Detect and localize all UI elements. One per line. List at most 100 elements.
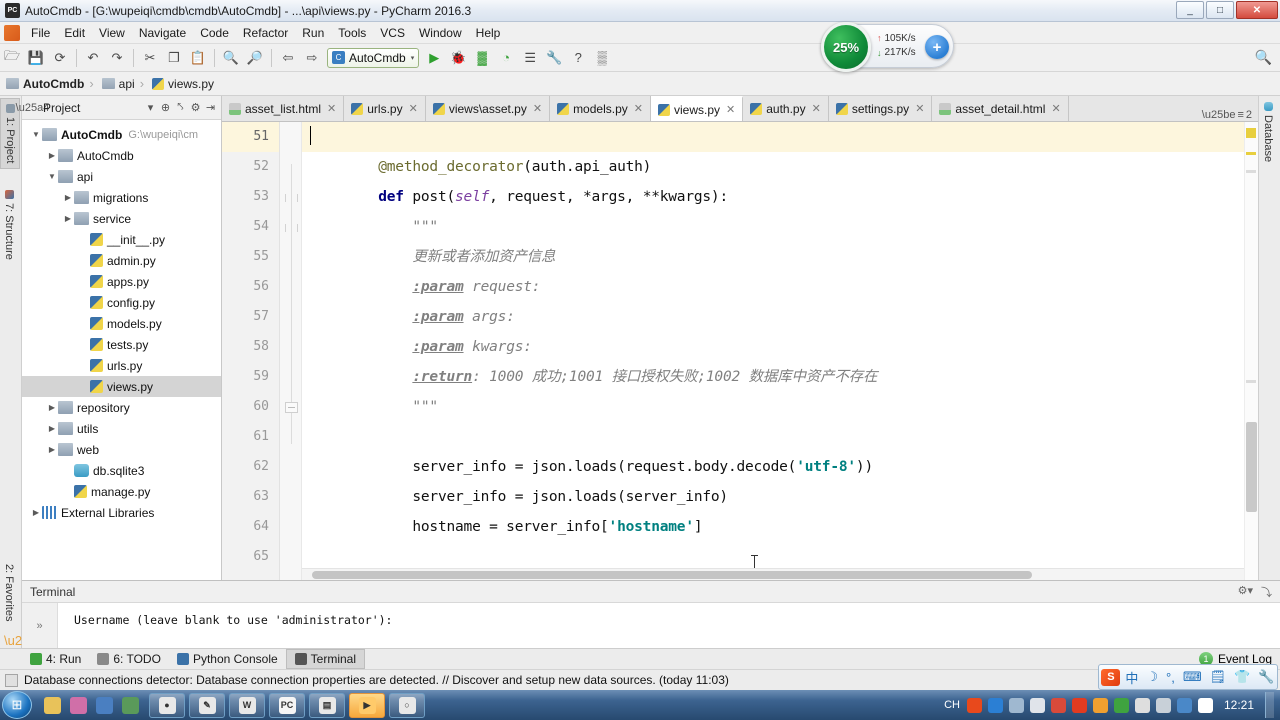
code-line[interactable] xyxy=(302,122,1258,152)
marker-warning[interactable] xyxy=(1246,128,1256,138)
tree-item-models-py[interactable]: models.py xyxy=(22,313,221,334)
marker-change[interactable] xyxy=(1246,170,1256,173)
taskbar-other[interactable]: ○ xyxy=(389,692,425,718)
cut-icon[interactable]: ✂ xyxy=(139,47,161,69)
ime-toolbar[interactable]: S 中 ☽ °, ⌨ 🗒 👕 🔧 xyxy=(1098,664,1278,690)
tray-window-icon[interactable] xyxy=(1008,697,1024,713)
code-line[interactable]: server_info = json.loads(request.body.de… xyxy=(302,452,1258,482)
close-icon[interactable]: ✕ xyxy=(915,102,924,115)
close-icon[interactable]: ✕ xyxy=(634,102,643,115)
menu-item-run[interactable]: Run xyxy=(295,23,331,43)
code-line[interactable]: def post(self, request, *args, **kwargs)… xyxy=(302,182,1258,212)
tool-tab-6- todo[interactable]: 6: TODO xyxy=(89,649,169,669)
sync-icon[interactable]: ⟳ xyxy=(49,47,71,69)
tray-qq-icon[interactable] xyxy=(1092,697,1108,713)
menu-item-window[interactable]: Window xyxy=(412,23,469,43)
tree-item-migrations[interactable]: ▶ migrations xyxy=(22,187,221,208)
chevron-right-icon[interactable]: ▶ xyxy=(46,445,58,454)
close-icon[interactable]: ✕ xyxy=(726,103,735,116)
database-icon[interactable]: ▒ xyxy=(591,47,613,69)
menu-item-vcs[interactable]: VCS xyxy=(373,23,412,43)
fold-marker-docstring[interactable] xyxy=(285,224,298,232)
network-speed-widget[interactable]: 25% ↑ 105K/s ↓ 217K/s + xyxy=(821,22,954,72)
tray-copy-icon[interactable] xyxy=(1134,697,1150,713)
tray-pin-icon[interactable] xyxy=(1050,697,1066,713)
taskbar-explorer[interactable]: ▤ xyxy=(309,692,345,718)
chevron-down-icon[interactable]: ▼ xyxy=(46,172,58,181)
hide-icon[interactable]: ⇥ xyxy=(203,100,218,115)
tree-item---init---py[interactable]: __init__.py xyxy=(22,229,221,250)
taskbar-media[interactable]: ▶ xyxy=(349,692,385,718)
code-editor[interactable]: 51 52 53 54 55 56 57 58 59 60 61 62 63 64 65 @method_d… xyxy=(222,122,1258,580)
quicklaunch-save-icon[interactable] xyxy=(96,696,113,714)
close-icon[interactable]: ✕ xyxy=(533,102,542,115)
tool-tab-4- run[interactable]: 4: Run xyxy=(22,649,89,669)
editor-tab-auth-py[interactable]: auth.py ✕ xyxy=(743,96,829,121)
close-icon[interactable]: ✕ xyxy=(327,102,336,115)
code-line[interactable]: """ xyxy=(302,392,1258,422)
menu-item-view[interactable]: View xyxy=(92,23,132,43)
vertical-scrollbar[interactable] xyxy=(1244,122,1258,580)
ime-keyboard-icon[interactable]: ⌨ xyxy=(1183,669,1202,685)
tray-network-icon[interactable] xyxy=(1155,697,1171,713)
tray-language-indicator[interactable]: CH xyxy=(944,699,960,711)
chevron-down-icon[interactable]: ▼ xyxy=(30,130,42,139)
tree-item-views-py[interactable]: views.py xyxy=(22,376,221,397)
editor-tab-models-py[interactable]: models.py ✕ xyxy=(550,96,651,121)
quicklaunch-palette-icon[interactable] xyxy=(44,696,61,714)
code-line[interactable]: :param kwargs: xyxy=(302,332,1258,362)
quicklaunch-key-icon[interactable] xyxy=(122,696,139,714)
menu-item-edit[interactable]: Edit xyxy=(57,23,92,43)
tree-item-service[interactable]: ▶ service xyxy=(22,208,221,229)
open-icon[interactable]: 🗁 xyxy=(1,47,23,69)
code-line[interactable]: 更新或者添加资产信息 xyxy=(302,242,1258,272)
save-all-icon[interactable]: 💾 xyxy=(25,47,47,69)
taskbar-editor[interactable]: ✎ xyxy=(189,692,225,718)
chevron-right-icon[interactable]: ▶ xyxy=(46,403,58,412)
tree-item-tests-py[interactable]: tests.py xyxy=(22,334,221,355)
terminal-body[interactable]: » Username (leave blank to use 'administ… xyxy=(22,603,1280,648)
marker-warning[interactable] xyxy=(1246,152,1256,155)
maximize-button[interactable]: □ xyxy=(1206,1,1234,19)
menu-item-tools[interactable]: Tools xyxy=(331,23,373,43)
fold-marker-def[interactable] xyxy=(285,194,298,202)
close-button[interactable]: ✕ xyxy=(1236,1,1278,19)
editor-tab-asset_detail-html[interactable]: asset_detail.html ✕ xyxy=(932,96,1069,121)
paste-icon[interactable]: 📋 xyxy=(187,47,209,69)
code-line[interactable]: :return: 1000 成功;1001 接口授权失败;1002 数据库中资产… xyxy=(302,362,1258,392)
taskbar-word[interactable]: W xyxy=(229,692,265,718)
coverage-icon[interactable]: ▓ xyxy=(471,47,493,69)
tray-volume-icon[interactable] xyxy=(1197,697,1213,713)
ime-settings-icon[interactable]: 🔧 xyxy=(1258,669,1274,685)
code-line[interactable]: @method_decorator(auth.api_auth) xyxy=(302,152,1258,182)
sidebar-item-database[interactable]: Database xyxy=(1259,96,1277,167)
tray-cloud-icon[interactable] xyxy=(1029,697,1045,713)
tree-item-external libraries[interactable]: ▶ External Libraries xyxy=(22,502,221,523)
quicklaunch-paint-icon[interactable] xyxy=(70,696,87,714)
code-folding-gutter[interactable] xyxy=(280,122,302,580)
tree-item-admin-py[interactable]: admin.py xyxy=(22,250,221,271)
forward-icon[interactable]: ⇨ xyxy=(301,47,323,69)
taskbar-chrome[interactable]: ● xyxy=(149,692,185,718)
debug-icon[interactable]: 🐞 xyxy=(447,47,469,69)
tree-item-db-sqlite3[interactable]: db.sqlite3 xyxy=(22,460,221,481)
tree-item-web[interactable]: ▶ web xyxy=(22,439,221,460)
ime-language-icon[interactable]: 中 xyxy=(1125,668,1138,687)
scrollbar-thumb[interactable] xyxy=(1246,422,1257,512)
show-desktop-button[interactable] xyxy=(1265,692,1274,718)
tray-monitor-icon[interactable] xyxy=(1176,697,1192,713)
close-icon[interactable]: ✕ xyxy=(812,102,821,115)
scrollbar-thumb[interactable] xyxy=(312,571,1032,579)
editor-tab-views-py[interactable]: views.py ✕ xyxy=(650,96,744,121)
profile-icon[interactable]: ◔ xyxy=(495,47,517,69)
target-icon[interactable]: ⊕ xyxy=(158,100,173,115)
code-line[interactable] xyxy=(302,422,1258,452)
breadcrumb-item-0[interactable]: AutoCmdb xyxy=(0,77,87,91)
code-line[interactable]: :param request: xyxy=(302,272,1258,302)
project-tree[interactable]: ▼ AutoCmdb G:\wupeiqi\cm ▶ AutoCmdb ▼ api ▶ migr… xyxy=(22,120,221,580)
chevron-right-icon[interactable]: ▶ xyxy=(30,508,42,517)
gear-icon[interactable]: ⚙ xyxy=(188,100,203,115)
terminal-hide-icon[interactable]: ⤵ xyxy=(1261,584,1272,600)
tool-tab-terminal[interactable]: Terminal xyxy=(285,649,366,669)
chevron-right-icon[interactable]: ▶ xyxy=(62,193,74,202)
